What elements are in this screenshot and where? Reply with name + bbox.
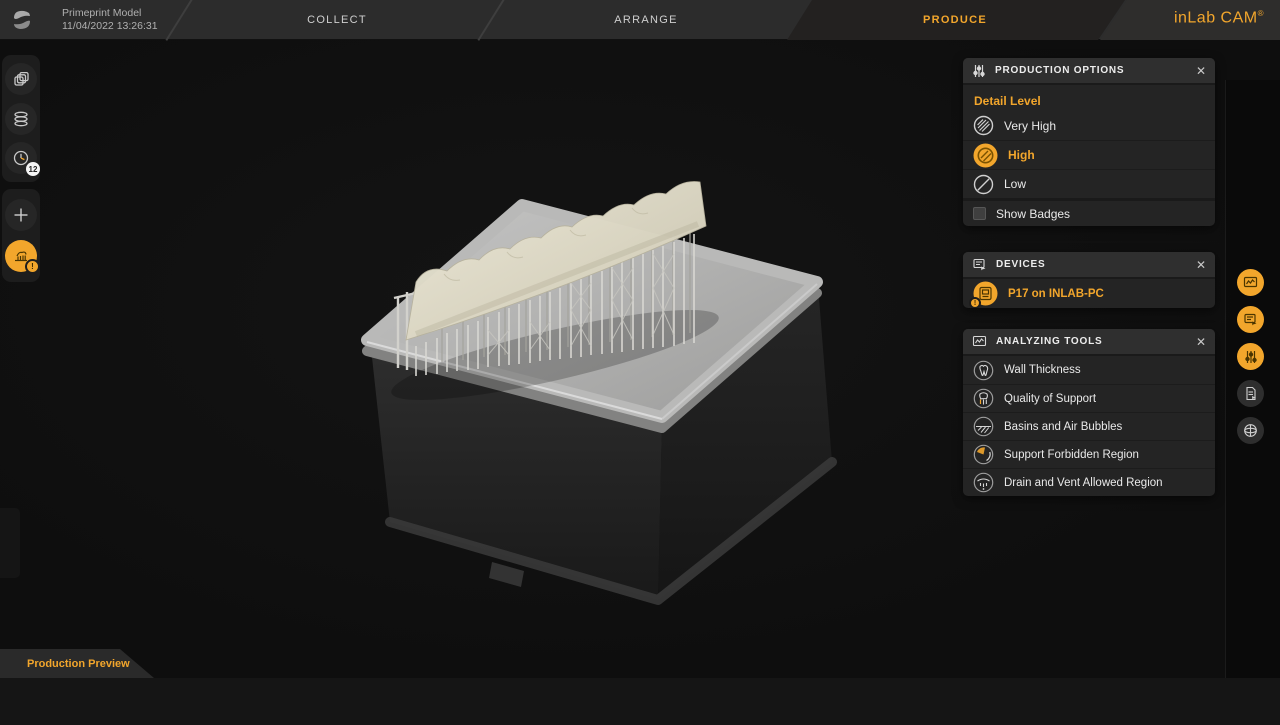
add-button[interactable] [5,199,37,231]
analyzing-tool-support-forbidden-region[interactable]: Support Forbidden Region [963,440,1215,468]
device-item[interactable]: ! P17 on INLAB-PC [963,279,1215,308]
copies-stack-button[interactable] [5,63,37,95]
devices-header: DEVICES ✕ [963,252,1215,279]
production-options-panel: PRODUCTION OPTIONS ✕ Detail Level Very H… [963,58,1215,226]
detail-option-high[interactable]: High [963,140,1215,169]
high-detail-icon [973,143,998,168]
drain-vent-allowed-region-icon [973,472,994,493]
separator-slash [165,0,192,41]
analyzing-tool-basins-air-bubbles[interactable]: Basins and Air Bubbles [963,412,1215,440]
show-badges-toggle[interactable]: Show Badges [963,198,1215,226]
detail-option-very-high[interactable]: Very High [963,111,1215,140]
job-toolgroup: ! [2,189,40,282]
cube-3d-icon [1243,423,1258,438]
production-options-toggle-button[interactable] [1237,343,1264,370]
analyzing-monitor-icon [972,334,987,349]
material-layers-icon [12,110,30,128]
object-view-button[interactable] [1237,417,1264,444]
sliders-icon [1244,350,1258,364]
low-detail-icon [973,174,994,195]
project-name: Primeprint Model [62,7,158,20]
dentsply-sirona-logo[interactable] [10,8,34,32]
printer-box-handle [489,562,524,587]
basins-air-bubbles-icon [973,416,994,437]
device-alert-badge: ! [969,297,981,308]
build-platform-scene [230,170,890,620]
analyzing-tools-toggle-button[interactable] [1237,269,1264,296]
panel-title: DEVICES [996,259,1046,270]
bottom-bar: ← Start Production ! [0,678,1280,725]
separator-slash [477,0,504,41]
panel-title: ANALYZING TOOLS [996,336,1102,347]
history-count-badge: 12 [26,162,40,176]
close-icon[interactable]: ✕ [1196,65,1206,77]
inlab-cam-window: Primeprint Model 11/04/2022 13:26:31 COL… [0,0,1280,725]
production-options-header: PRODUCTION OPTIONS ✕ [963,58,1215,85]
production-job-button[interactable]: ! [5,240,37,272]
devices-panel: DEVICES ✕ ! P17 on INLAB-PC [963,252,1215,308]
wall-thickness-icon [973,360,994,381]
support-forbidden-region-icon [973,444,994,465]
analyzing-tools-panel: ANALYZING TOOLS ✕ Wall Thickness Quality… [963,329,1215,496]
detail-option-low[interactable]: Low [963,169,1215,198]
plus-icon [12,206,30,224]
project-datetime: 11/04/2022 13:26:31 [62,20,158,33]
close-icon[interactable]: ✕ [1196,259,1206,271]
sliders-icon [972,64,986,78]
quality-of-support-icon [973,388,994,409]
top-bar: Primeprint Model 11/04/2022 13:26:31 COL… [0,0,1280,40]
show-badges-checkbox[interactable] [973,207,986,220]
analyzing-tool-drain-vent-allowed-region[interactable]: Drain and Vent Allowed Region [963,468,1215,496]
detail-level-label: Detail Level [963,85,1215,111]
panel-title: PRODUCTION OPTIONS [995,65,1124,76]
analyzing-tool-quality-of-support[interactable]: Quality of Support [963,384,1215,412]
analyzing-monitor-icon [1243,275,1258,290]
devices-toggle-button[interactable] [1237,306,1264,333]
device-machine-icon [972,257,987,272]
document-icon [1243,386,1258,401]
production-report-button[interactable] [1237,380,1264,407]
job-alert-badge: ! [25,259,40,274]
device-machine-icon [1243,312,1258,327]
analyzing-tool-wall-thickness[interactable]: Wall Thickness [963,356,1215,384]
project-info[interactable]: Primeprint Model 11/04/2022 13:26:31 [62,7,158,33]
history-clock-button[interactable]: 12 [5,142,37,174]
app-title: inLab CAM® [1174,9,1264,27]
copies-stack-icon [12,70,30,88]
material-layers-button[interactable] [5,103,37,135]
close-icon[interactable]: ✕ [1196,336,1206,348]
analyzing-tools-header: ANALYZING TOOLS ✕ [963,329,1215,356]
tab-produce[interactable]: PRODUCE [895,0,1015,40]
tab-collect[interactable]: COLLECT [277,0,397,40]
left-panel-handle[interactable] [0,508,20,578]
very-high-detail-icon [973,115,994,136]
tab-arrange[interactable]: ARRANGE [586,0,706,40]
view-toolgroup: 12 [2,55,40,182]
